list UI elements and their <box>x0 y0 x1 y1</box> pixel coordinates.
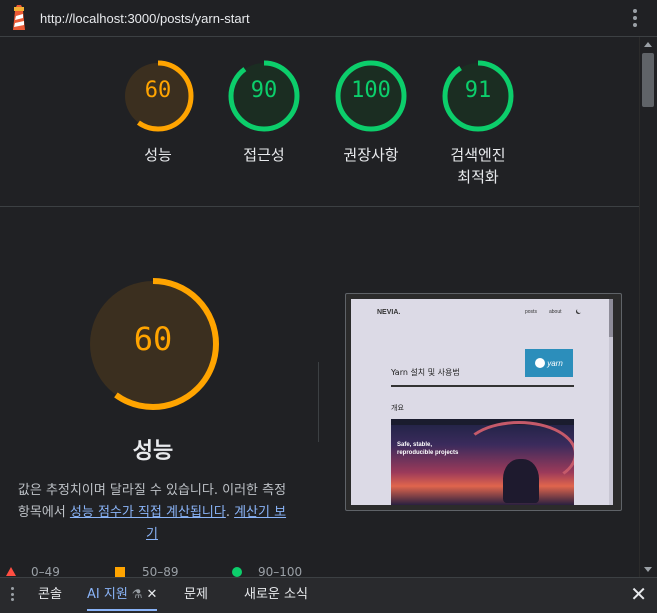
screenshot-rule <box>391 385 574 387</box>
drawer-menu-icon[interactable] <box>11 587 15 601</box>
calculator-link[interactable]: 계산기 보 <box>234 505 286 520</box>
legend-pass-range: 90–100 <box>258 565 303 577</box>
yarn-logo-text: yarn <box>547 358 563 368</box>
flask-icon: ⚗ <box>131 587 143 601</box>
scrollbar-thumb[interactable] <box>642 53 654 107</box>
gauge-performance-value: 60 <box>144 78 172 103</box>
close-drawer-icon[interactable]: ✕ <box>630 581 647 607</box>
score-legend: 0–49 50–89 90–100 <box>0 565 640 577</box>
score-gauges: 60 성능 90 접근성 100 권장사항 91 검색엔진 최적화 <box>0 58 640 208</box>
screenshot-title: Yarn 설치 및 사용법 <box>391 368 460 377</box>
tab-console[interactable]: 콘솔 <box>38 578 62 611</box>
pass-circle-icon <box>232 567 242 577</box>
screenshot-page: NEVIA. posts about yarn Yarn 설치 및 사용법 개요… <box>351 299 613 505</box>
legend-fail-range: 0–49 <box>31 565 60 577</box>
address-bar: http://localhost:3000/posts/yarn-start <box>0 0 657 37</box>
calculator-link-tail[interactable]: 기 <box>146 527 158 542</box>
kebab-menu-icon[interactable] <box>633 9 637 27</box>
legend-average-range: 50–89 <box>142 565 179 577</box>
tab-issues[interactable]: 문제 <box>184 578 208 611</box>
desc-line-3: 기 <box>0 524 304 546</box>
final-screenshot[interactable]: NEVIA. posts about yarn Yarn 설치 및 사용법 개요… <box>345 293 622 511</box>
gauge-accessibility[interactable]: 90 접근성 <box>209 58 319 166</box>
report-content: 60 성능 90 접근성 100 권장사항 91 검색엔진 최적화 60 성능 … <box>0 37 640 577</box>
yarn-cat-icon <box>535 358 546 368</box>
lighthouse-icon <box>13 5 25 30</box>
performance-description: 값은 추정치이며 달라질 수 있습니다. 이러한 측정 항목에서 성능 점수가 … <box>0 480 304 546</box>
scroll-down-icon[interactable] <box>644 567 652 572</box>
page-url[interactable]: http://localhost:3000/posts/yarn-start <box>40 11 250 26</box>
hero-cat-silhouette <box>503 459 539 503</box>
vertical-scrollbar[interactable] <box>639 37 657 577</box>
yarn-logo: yarn <box>525 349 573 377</box>
gauge-performance-label: 성능 <box>144 146 172 164</box>
gauge-accessibility-label: 접근성 <box>243 146 285 164</box>
gauge-seo-label-line1: 검색엔진 <box>450 146 506 164</box>
screenshot-subheading: 개요 <box>391 404 404 412</box>
gauge-seo-value: 91 <box>464 78 492 103</box>
tab-close-icon[interactable]: ✕ <box>147 587 158 602</box>
main-performance-title: 성능 <box>132 439 174 464</box>
tab-ai-assistance[interactable]: AI 지원 ⚗ ✕ <box>87 578 158 611</box>
screenshot-hero-image: Safe, stable, reproducible projects <box>391 419 574 505</box>
moon-icon <box>577 308 582 313</box>
main-performance-value: 60 <box>133 320 173 358</box>
tab-whats-new[interactable]: 새로운 소식 <box>244 578 308 611</box>
fail-triangle-icon <box>6 567 16 576</box>
screenshot-nav-about: about <box>549 309 562 315</box>
scroll-up-icon[interactable] <box>644 42 652 47</box>
gauge-accessibility-value: 90 <box>250 78 278 103</box>
gauge-best-practices-label: 권장사항 <box>343 146 399 164</box>
gauge-seo-label: 검색엔진 최적화 <box>423 144 533 188</box>
section-divider <box>0 206 640 207</box>
gauge-best-practices-value: 100 <box>351 78 391 103</box>
desc-prefix: 항목에서 <box>17 505 70 520</box>
desc-line-1: 값은 추정치이며 달라질 수 있습니다. 이러한 측정 <box>17 483 287 498</box>
hero-tagline: Safe, stable, reproducible projects <box>397 442 459 456</box>
score-calculated-link[interactable]: 성능 점수가 직접 계산됩니다 <box>70 505 226 520</box>
gauge-best-practices[interactable]: 100 권장사항 <box>316 58 426 166</box>
screenshot-logo: NEVIA. <box>377 309 401 316</box>
gauge-seo-label-line2: 최적화 <box>457 168 499 186</box>
devtools-drawer: 콘솔 AI 지원 ⚗ ✕ 문제 새로운 소식 ✕ <box>0 577 657 613</box>
screenshot-scrollbar <box>609 299 613 505</box>
gauge-performance[interactable]: 60 성능 <box>103 58 213 166</box>
vertical-divider <box>318 362 319 442</box>
desc-mid: . <box>225 505 235 520</box>
gauge-seo[interactable]: 91 검색엔진 최적화 <box>423 58 533 188</box>
screenshot-nav-posts: posts <box>525 309 537 315</box>
tab-ai-label: AI 지원 <box>87 587 128 602</box>
desc-line-2: 항목에서 성능 점수가 직접 계산됩니다. 계산기 보 <box>0 502 304 524</box>
average-square-icon <box>115 567 125 577</box>
